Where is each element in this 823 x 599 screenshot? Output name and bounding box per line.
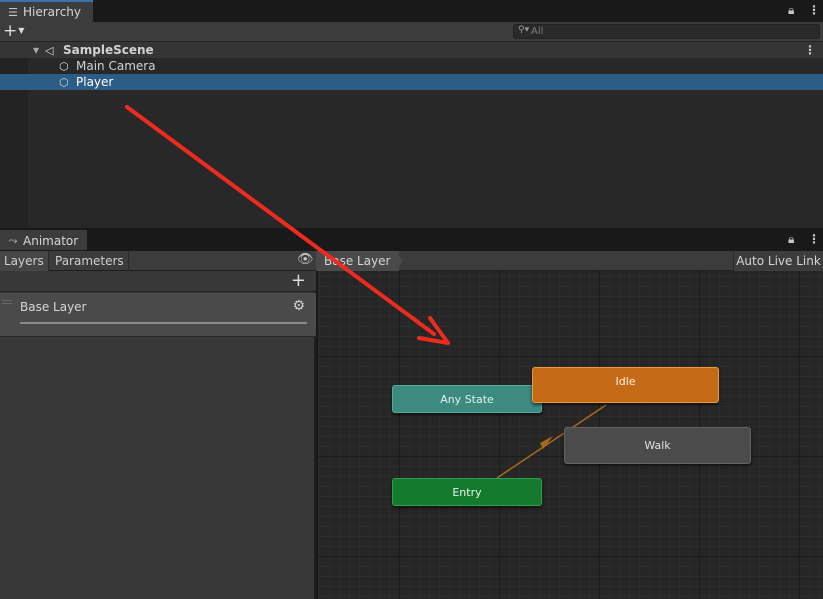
hierarchy-toolbar: +▼ ⚲▾ xyxy=(0,22,823,42)
layers-panel: + Base Layer ⚙ xyxy=(0,270,316,599)
tab-layers-label: Layers xyxy=(4,254,44,268)
breadcrumb-arrow xyxy=(395,251,403,271)
tree-item-player[interactable]: ⬡ Player xyxy=(0,74,823,90)
lock-icon[interactable]: 🔒︎ xyxy=(788,232,794,247)
search-box[interactable]: ⚲▾ xyxy=(513,24,820,39)
tree-item-main-camera[interactable]: ⬡ Main Camera xyxy=(0,58,823,74)
tab-hierarchy[interactable]: ☰ Hierarchy xyxy=(0,0,93,22)
tab-animator-label: Animator xyxy=(23,233,79,248)
scene-menu-icon[interactable]: ⋮ xyxy=(804,43,816,57)
layers-header: + xyxy=(0,270,316,292)
state-label: Idle xyxy=(615,375,636,388)
scene-row[interactable]: ▼ ◁ SampleScene ⋮ xyxy=(0,42,823,58)
gameobject-cube-icon: ⬡ xyxy=(59,75,69,89)
animator-tab-bar: ⤳ Animator 🔒︎ ⋮ xyxy=(0,230,823,251)
state-label: Walk xyxy=(644,439,671,452)
tab-parameters[interactable]: Parameters xyxy=(51,251,129,271)
state-idle[interactable]: Idle xyxy=(532,367,719,403)
tab-hierarchy-label: Hierarchy xyxy=(23,5,82,19)
breadcrumb[interactable]: Base Layer xyxy=(316,251,399,271)
state-label: Entry xyxy=(452,485,482,499)
hierarchy-tree: ▼ ◁ SampleScene ⋮ ⬡ Main Camera ⬡ Player xyxy=(0,42,823,228)
create-dropdown-button[interactable]: +▼ xyxy=(3,22,33,42)
state-label: Any State xyxy=(440,392,494,406)
layer-weight-bar xyxy=(20,322,307,324)
hierarchy-window: ☰ Hierarchy 🔒︎ ⋮ +▼ ⚲▾ ▼ ◁ SampleScene ⋮… xyxy=(0,0,823,228)
layer-item-base-layer[interactable]: Base Layer ⚙ xyxy=(0,293,316,337)
state-entry[interactable]: Entry xyxy=(392,478,542,506)
gameobject-cube-icon: ⬡ xyxy=(59,59,69,73)
drag-handle-icon[interactable] xyxy=(2,300,12,304)
more-options-icon[interactable]: ⋮ xyxy=(808,232,820,246)
scene-name: SampleScene xyxy=(63,43,154,57)
auto-live-link-label: Auto Live Link xyxy=(736,254,821,268)
search-icon: ⚲▾ xyxy=(518,25,530,35)
state-machine-graph[interactable]: Any State Walk Idle Entry xyxy=(318,271,823,599)
breadcrumb-label: Base Layer xyxy=(324,254,391,268)
list-icon: ☰ xyxy=(8,5,18,19)
tree-item-label: Main Camera xyxy=(76,59,156,73)
chevron-down-icon: ▼ xyxy=(18,26,25,35)
layer-name: Base Layer xyxy=(20,300,87,314)
animator-icon: ⤳ xyxy=(8,233,18,247)
tree-item-label: Player xyxy=(76,75,114,89)
add-layer-button[interactable]: + xyxy=(291,270,306,291)
lock-icon[interactable]: 🔒︎ xyxy=(788,3,794,18)
eye-icon[interactable]: 👁︎ xyxy=(297,252,314,267)
tab-layers[interactable]: Layers xyxy=(0,251,49,271)
more-options-icon[interactable]: ⋮ xyxy=(808,3,820,17)
auto-live-link-button[interactable]: Auto Live Link xyxy=(733,251,823,271)
unity-scene-icon: ◁ xyxy=(45,43,54,57)
animator-toolbar: Layers Parameters 👁︎ Base Layer Auto Liv… xyxy=(0,251,823,271)
tab-animator[interactable]: ⤳ Animator xyxy=(0,230,87,250)
tab-parameters-label: Parameters xyxy=(55,254,124,268)
search-input[interactable] xyxy=(531,25,811,38)
state-walk[interactable]: Walk xyxy=(564,427,751,464)
hierarchy-tab-bar: ☰ Hierarchy 🔒︎ ⋮ xyxy=(0,0,823,22)
animator-window: ⤳ Animator 🔒︎ ⋮ Layers Parameters 👁︎ Bas… xyxy=(0,230,823,599)
chevron-down-icon[interactable]: ▼ xyxy=(33,46,39,55)
gear-icon[interactable]: ⚙ xyxy=(292,298,305,314)
plus-icon: + xyxy=(3,21,18,41)
state-any-state[interactable]: Any State xyxy=(392,385,542,413)
